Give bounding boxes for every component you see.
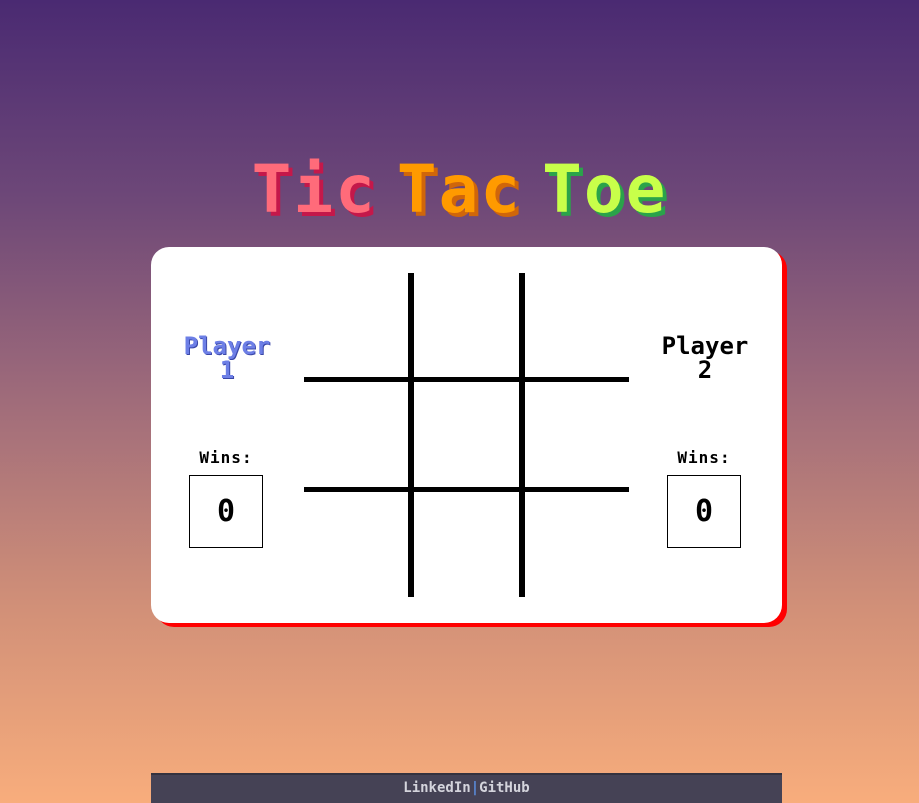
player-2-score: 0: [667, 475, 741, 548]
board-cell-8[interactable]: [521, 490, 629, 597]
board-cell-2[interactable]: [521, 273, 629, 380]
player-2-wins-label: Wins:: [677, 448, 731, 467]
board-cell-5[interactable]: [521, 380, 629, 490]
board-cell-6[interactable]: [304, 490, 411, 597]
game-card: Player 1 Wins: 0 Player 2 Wins: 0: [151, 247, 782, 623]
player-1-label: Player 1: [167, 334, 287, 382]
board-cell-3[interactable]: [304, 380, 411, 490]
player-1-wins-label: Wins:: [199, 448, 253, 467]
game-board: [304, 273, 629, 597]
board-cell-0[interactable]: [304, 273, 411, 380]
board-cell-7[interactable]: [411, 490, 521, 597]
player-1-name: Player: [183, 332, 271, 360]
player-1-number: 1: [219, 356, 235, 384]
title-tic: Tic: [251, 151, 377, 229]
grid-line-horizontal-2: [304, 487, 629, 492]
footer: LinkedIn|GitHub: [151, 773, 782, 803]
board-cell-4[interactable]: [411, 380, 521, 490]
player-2-number: 2: [697, 356, 713, 384]
footer-separator: |: [470, 780, 480, 796]
linkedin-link[interactable]: LinkedIn: [403, 780, 470, 796]
player-2-label: Player 2: [645, 334, 765, 382]
title-toe: Toe: [542, 151, 668, 229]
player-1-score: 0: [189, 475, 263, 548]
board-cell-1[interactable]: [411, 273, 521, 380]
title-tac: Tac: [396, 151, 523, 229]
player-2-name: Player: [661, 332, 749, 360]
github-link[interactable]: GitHub: [479, 780, 530, 796]
grid-line-vertical-2: [519, 273, 525, 597]
grid-line-vertical-1: [408, 273, 414, 597]
page-title: Tic Tac Toe: [0, 152, 919, 228]
grid-line-horizontal-1: [304, 377, 629, 382]
